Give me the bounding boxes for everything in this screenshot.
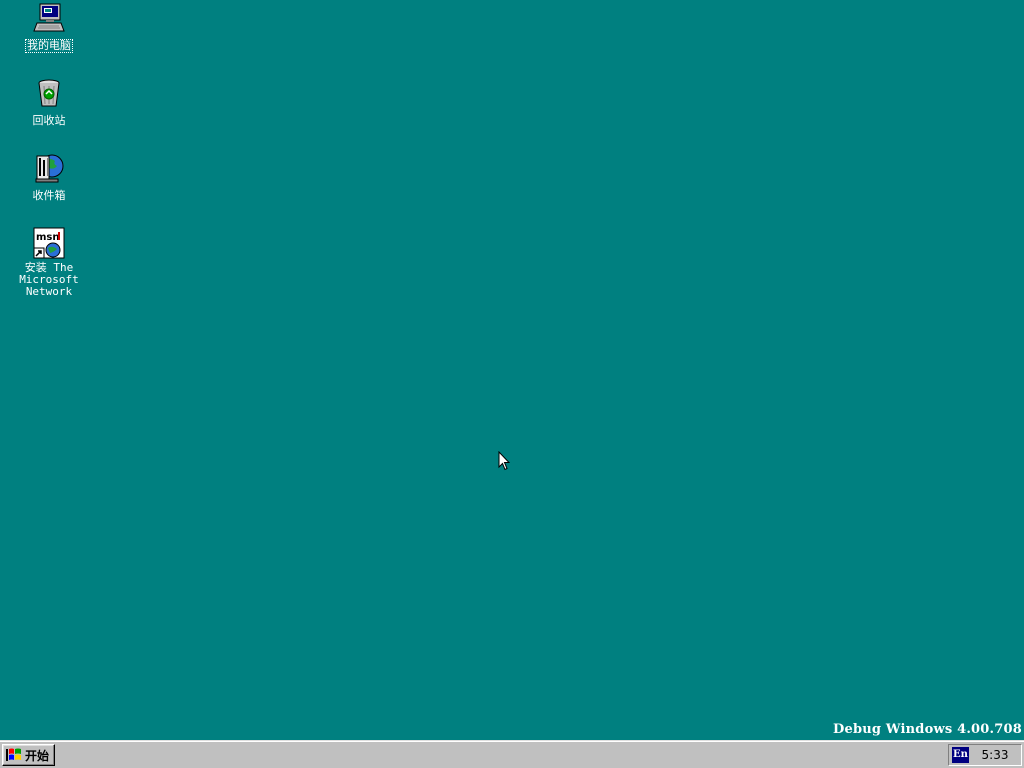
desktop[interactable]: 我的电脑 回收站 收件箱 msn 安装 The Microsoft Networ… bbox=[0, 0, 1024, 740]
desktop-icon-msn-setup[interactable]: msn 安装 The Microsoft Network bbox=[13, 227, 85, 299]
tray-clock[interactable]: 5:33 bbox=[969, 748, 1021, 762]
taskbar: 开始 En 5:33 bbox=[0, 740, 1024, 768]
desktop-icon-my-computer[interactable]: 我的电脑 bbox=[13, 2, 85, 53]
recycle-bin-icon bbox=[38, 79, 60, 107]
build-version-stamp: Debug Windows 4.00.708 bbox=[833, 722, 1022, 737]
desktop-icon-label: 收件箱 bbox=[32, 189, 66, 202]
arrow-cursor-icon bbox=[498, 451, 510, 471]
desktop-icon-recycle-bin[interactable]: 回收站 bbox=[13, 77, 85, 128]
computer-icon bbox=[33, 3, 65, 32]
desktop-icon-label: 我的电脑 bbox=[25, 39, 73, 53]
inbox-icon bbox=[35, 154, 64, 183]
desktop-icon-inbox[interactable]: 收件箱 bbox=[13, 152, 85, 203]
msn-shortcut-icon: msn bbox=[33, 227, 65, 259]
start-button-label: 开始 bbox=[25, 748, 50, 763]
windows-logo-icon bbox=[6, 748, 21, 761]
language-indicator[interactable]: En bbox=[952, 747, 969, 763]
system-tray: En 5:33 bbox=[948, 744, 1022, 766]
svg-text:msn: msn bbox=[36, 232, 60, 243]
desktop-icon-label: 安装 The Microsoft Network bbox=[19, 261, 79, 298]
start-button[interactable]: 开始 bbox=[2, 744, 55, 766]
desktop-icon-label: 回收站 bbox=[32, 114, 66, 127]
